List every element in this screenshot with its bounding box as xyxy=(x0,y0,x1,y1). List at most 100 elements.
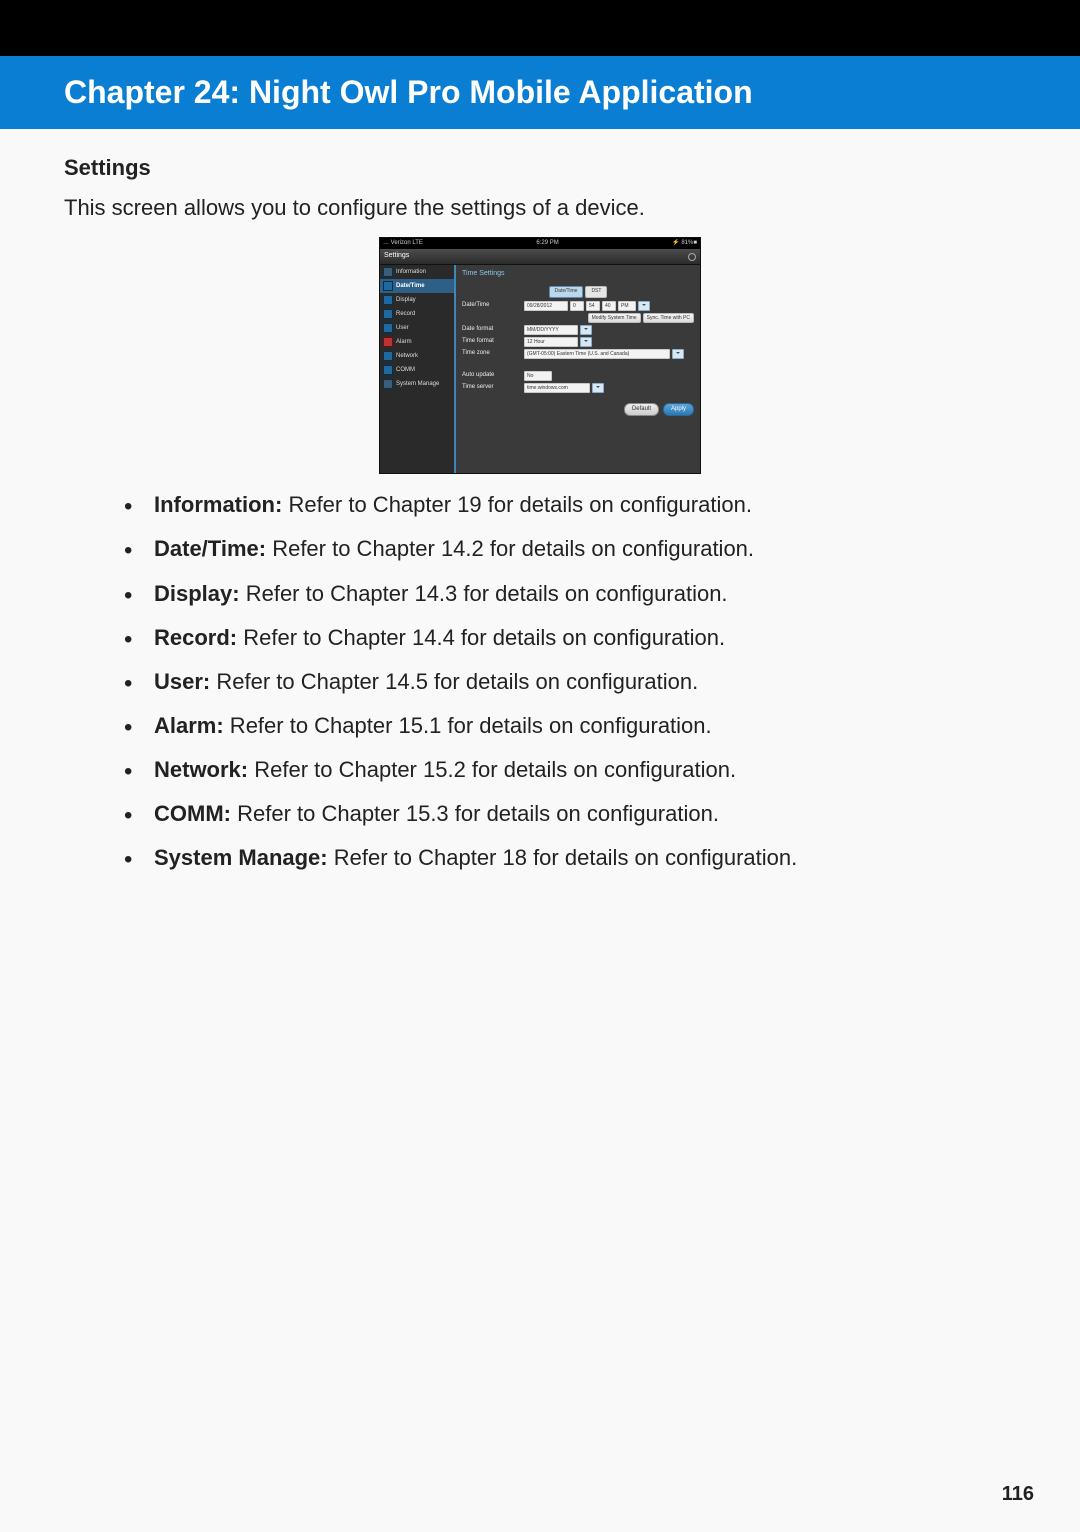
row-sync-buttons: Modify System Time Sync. Time with PC xyxy=(462,313,694,323)
row-time-zone: Time zone (GMT-05:00) Eastern Time (U.S.… xyxy=(462,349,694,359)
tab-dst[interactable]: DST xyxy=(585,286,607,298)
sidebar-item-comm[interactable]: COMM xyxy=(380,363,454,377)
bullet-label: System Manage: xyxy=(154,845,328,870)
label-time-server: Time server xyxy=(462,383,524,392)
status-center: 6:29 PM xyxy=(536,239,558,248)
record-icon xyxy=(383,309,393,319)
sidebar-item-alarm[interactable]: Alarm xyxy=(380,335,454,349)
time-format-field[interactable]: 12 Hour xyxy=(524,337,578,347)
row-auto-update: Auto update No xyxy=(462,371,694,381)
sidebar-item-information[interactable]: Information xyxy=(380,265,454,279)
list-item: Alarm: Refer to Chapter 15.1 for details… xyxy=(124,709,1016,743)
tab-row: Date/Time DST xyxy=(462,286,694,298)
app-body: Information Date/Time Display Record Use… xyxy=(380,265,700,473)
bullet-label: Date/Time: xyxy=(154,536,266,561)
bullet-label: Record: xyxy=(154,625,237,650)
row-time-format: Time format 12 Hour xyxy=(462,337,694,347)
bullet-desc: Refer to Chapter 14.3 for details on con… xyxy=(240,581,728,606)
time-server-dropdown[interactable] xyxy=(592,383,604,393)
sidebar-item-label: Display xyxy=(396,296,416,305)
bullet-label: Information: xyxy=(154,492,282,517)
bullet-desc: Refer to Chapter 14.2 for details on con… xyxy=(266,536,754,561)
sidebar-item-label: Date/Time xyxy=(396,282,425,291)
bullet-desc: Refer to Chapter 15.2 for details on con… xyxy=(248,757,736,782)
app-screenshot: … Verizon LTE 6:29 PM ⚡ 81%■ Settings In… xyxy=(379,237,701,474)
time-zone-dropdown[interactable] xyxy=(672,349,684,359)
row-date-time: Date/Time 09/28/2012 0 54 40 PM xyxy=(462,301,694,311)
sidebar-item-label: User xyxy=(396,324,409,333)
apply-button[interactable]: Apply xyxy=(663,403,694,416)
tab-date-time[interactable]: Date/Time xyxy=(549,286,584,298)
time-m-field[interactable]: 54 xyxy=(586,301,600,311)
time-server-field[interactable]: time.windows.com xyxy=(524,383,590,393)
ampm-dropdown[interactable] xyxy=(638,301,650,311)
sidebar-item-system-manage[interactable]: System Manage xyxy=(380,377,454,391)
label-auto-update: Auto update xyxy=(462,371,524,380)
label-date-time: Date/Time xyxy=(462,301,524,310)
list-item: COMM: Refer to Chapter 15.3 for details … xyxy=(124,797,1016,831)
sidebar-item-display[interactable]: Display xyxy=(380,293,454,307)
app-sidebar: Information Date/Time Display Record Use… xyxy=(380,265,456,473)
user-icon xyxy=(383,323,393,333)
bullet-desc: Refer to Chapter 14.4 for details on con… xyxy=(237,625,725,650)
network-icon xyxy=(383,351,393,361)
date-format-dropdown[interactable] xyxy=(580,325,592,335)
time-h-field[interactable]: 0 xyxy=(570,301,584,311)
bullet-list: Information: Refer to Chapter 19 for det… xyxy=(64,488,1016,875)
section-intro: This screen allows you to configure the … xyxy=(64,191,1016,225)
label-time-format: Time format xyxy=(462,337,524,346)
row-time-server: Time server time.windows.com xyxy=(462,383,694,393)
list-item: Record: Refer to Chapter 14.4 for detail… xyxy=(124,621,1016,655)
app-header: Settings xyxy=(380,249,700,265)
list-item: System Manage: Refer to Chapter 18 for d… xyxy=(124,841,1016,875)
chapter-title: Chapter 24: Night Owl Pro Mobile Applica… xyxy=(0,56,1080,129)
default-button[interactable]: Default xyxy=(624,403,659,416)
row-date-format: Date format MM/DD/YYYY xyxy=(462,325,694,335)
bullet-desc: Refer to Chapter 15.3 for details on con… xyxy=(231,801,719,826)
status-left: … Verizon LTE xyxy=(383,239,423,248)
list-item: User: Refer to Chapter 14.5 for details … xyxy=(124,665,1016,699)
date-field[interactable]: 09/28/2012 xyxy=(524,301,568,311)
time-s-field[interactable]: 40 xyxy=(602,301,616,311)
pane-title: Time Settings xyxy=(462,269,694,280)
sidebar-item-user[interactable]: User xyxy=(380,321,454,335)
status-bar: … Verizon LTE 6:29 PM ⚡ 81%■ xyxy=(380,238,700,249)
system-icon xyxy=(383,379,393,389)
sidebar-item-label: Record xyxy=(396,310,415,319)
list-item: Information: Refer to Chapter 19 for det… xyxy=(124,488,1016,522)
modify-system-time-button[interactable]: Modify System Time xyxy=(588,313,641,323)
bullet-label: User: xyxy=(154,669,210,694)
bullet-desc: Refer to Chapter 18 for details on confi… xyxy=(328,845,798,870)
sidebar-item-label: System Manage xyxy=(396,380,439,389)
bullet-label: Display: xyxy=(154,581,240,606)
bullet-desc: Refer to Chapter 19 for details on confi… xyxy=(282,492,752,517)
alarm-icon xyxy=(383,337,393,347)
section-title: Settings xyxy=(64,151,1016,185)
pane-footer-buttons: Default Apply xyxy=(462,403,694,416)
bullet-label: Alarm: xyxy=(154,713,224,738)
display-icon xyxy=(383,295,393,305)
page-number: 116 xyxy=(1002,1483,1034,1506)
sidebar-item-label: Alarm xyxy=(396,338,412,347)
app-header-label: Settings xyxy=(384,251,409,262)
date-format-field[interactable]: MM/DD/YYYY xyxy=(524,325,578,335)
info-icon xyxy=(383,267,393,277)
bullet-label: COMM: xyxy=(154,801,231,826)
time-zone-field[interactable]: (GMT-05:00) Eastern Time (U.S. and Canad… xyxy=(524,349,670,359)
time-format-dropdown[interactable] xyxy=(580,337,592,347)
gear-icon[interactable] xyxy=(688,253,696,261)
sidebar-item-network[interactable]: Network xyxy=(380,349,454,363)
ampm-field[interactable]: PM xyxy=(618,301,636,311)
sidebar-item-date-time[interactable]: Date/Time xyxy=(380,279,454,293)
settings-pane: Time Settings Date/Time DST Date/Time 09… xyxy=(456,265,700,473)
clock-icon xyxy=(383,281,393,291)
bullet-desc: Refer to Chapter 15.1 for details on con… xyxy=(224,713,712,738)
list-item: Date/Time: Refer to Chapter 14.2 for det… xyxy=(124,532,1016,566)
sidebar-item-record[interactable]: Record xyxy=(380,307,454,321)
list-item: Display: Refer to Chapter 14.3 for detai… xyxy=(124,577,1016,611)
sync-time-with-pc-button[interactable]: Sync. Time with PC xyxy=(643,313,694,323)
label-date-format: Date format xyxy=(462,325,524,334)
auto-update-field[interactable]: No xyxy=(524,371,552,381)
top-black-band xyxy=(0,0,1080,56)
sidebar-item-label: COMM xyxy=(396,366,415,375)
